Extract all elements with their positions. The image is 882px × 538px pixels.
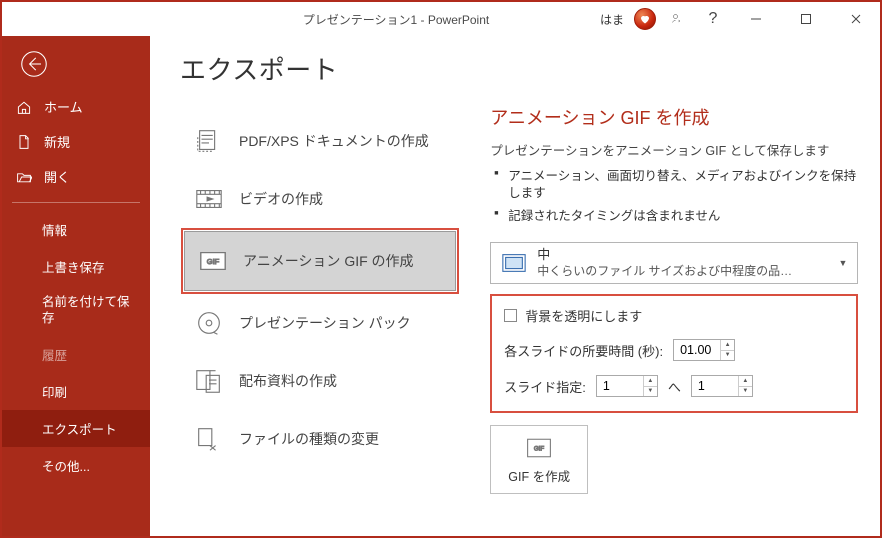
spin-up[interactable]: ▲ bbox=[739, 376, 752, 387]
export-item-label: ファイルの種類の変更 bbox=[239, 429, 379, 449]
sidebar-item-more[interactable]: その他... bbox=[2, 447, 150, 484]
open-icon bbox=[16, 169, 34, 185]
gif-icon: GIF bbox=[525, 436, 553, 460]
chevron-down-icon: ▼ bbox=[835, 258, 851, 268]
feedback-icon[interactable] bbox=[662, 4, 692, 34]
new-icon bbox=[16, 134, 34, 150]
spin-up[interactable]: ▲ bbox=[721, 340, 734, 351]
backstage-sidebar: ホーム 新規 開く 情報 上書き保存 名前を付けて保存 履歴 印刷 エクスポート… bbox=[2, 36, 150, 536]
detail-subtitle: プレゼンテーションをアニメーション GIF として保存します bbox=[490, 140, 862, 159]
user-avatar-icon[interactable] bbox=[634, 8, 656, 30]
detail-bullets: アニメーション、画面切り替え、メディアおよびインクを保持します 記録されたタイミ… bbox=[490, 165, 862, 228]
sidebar-item-print[interactable]: 印刷 bbox=[2, 373, 150, 410]
spin-down[interactable]: ▼ bbox=[739, 387, 752, 397]
range-from-input[interactable] bbox=[597, 376, 643, 396]
export-item-video[interactable]: ビデオの作成 bbox=[181, 170, 459, 228]
export-item-label: 配布資料の作成 bbox=[239, 371, 337, 391]
range-from-spinner[interactable]: ▲▼ bbox=[596, 375, 658, 397]
sidebar-item-new[interactable]: 新規 bbox=[2, 124, 150, 159]
quality-selector[interactable]: 中 中くらいのファイル サイズおよび中程度の品… ▼ bbox=[490, 242, 858, 284]
spin-down[interactable]: ▼ bbox=[721, 351, 734, 361]
export-item-handouts[interactable]: 配布資料の作成 bbox=[181, 352, 459, 410]
page-title: エクスポート bbox=[180, 50, 460, 87]
sidebar-item-open[interactable]: 開く bbox=[2, 159, 150, 194]
duration-input[interactable] bbox=[674, 340, 720, 360]
sidebar-item-label: 開く bbox=[44, 167, 70, 186]
gif-icon: GIF bbox=[197, 246, 229, 276]
user-name[interactable]: はま bbox=[600, 11, 624, 28]
video-icon bbox=[193, 184, 225, 214]
duration-label: 各スライドの所要時間 (秒): bbox=[504, 341, 663, 360]
range-to-input[interactable] bbox=[692, 376, 738, 396]
range-to-spinner[interactable]: ▲▼ bbox=[691, 375, 753, 397]
quality-icon bbox=[499, 250, 529, 276]
handouts-icon bbox=[193, 366, 225, 396]
close-button[interactable] bbox=[834, 4, 878, 34]
detail-title: アニメーション GIF を作成 bbox=[490, 104, 862, 130]
sidebar-item-label: 新規 bbox=[44, 132, 70, 151]
spin-down[interactable]: ▼ bbox=[644, 387, 657, 397]
filetype-icon bbox=[193, 424, 225, 454]
range-separator: へ bbox=[668, 377, 681, 396]
package-icon bbox=[193, 308, 225, 338]
create-gif-label: GIF を作成 bbox=[508, 466, 570, 485]
export-item-label: ビデオの作成 bbox=[239, 189, 323, 209]
sidebar-item-label: ホーム bbox=[44, 97, 83, 116]
create-gif-button[interactable]: GIF GIF を作成 bbox=[490, 425, 588, 494]
export-item-gif[interactable]: GIF アニメーション GIF の作成 bbox=[184, 231, 456, 291]
sidebar-item-info[interactable]: 情報 bbox=[2, 211, 150, 248]
sidebar-separator bbox=[12, 202, 140, 203]
svg-text:GIF: GIF bbox=[534, 446, 544, 453]
bullet-item: アニメーション、画面切り替え、メディアおよびインクを保持します bbox=[494, 165, 862, 205]
export-item-pdf[interactable]: PDF/XPS ドキュメントの作成 bbox=[181, 112, 459, 170]
pdf-icon bbox=[193, 126, 225, 156]
help-icon[interactable]: ? bbox=[698, 4, 728, 34]
sidebar-item-home[interactable]: ホーム bbox=[2, 89, 150, 124]
sidebar-item-save-as[interactable]: 名前を付けて保存 bbox=[2, 285, 150, 336]
home-icon bbox=[16, 99, 34, 115]
sidebar-item-save[interactable]: 上書き保存 bbox=[2, 248, 150, 285]
sidebar-item-history: 履歴 bbox=[2, 336, 150, 373]
export-item-package[interactable]: プレゼンテーション パック bbox=[181, 294, 459, 352]
transparent-checkbox[interactable] bbox=[504, 309, 517, 322]
bullet-item: 記録されたタイミングは含まれません bbox=[494, 205, 862, 228]
sidebar-item-export[interactable]: エクスポート bbox=[2, 410, 150, 447]
titlebar: プレゼンテーション1 - PowerPoint はま ? bbox=[2, 2, 880, 36]
svg-text:GIF: GIF bbox=[207, 257, 220, 266]
quality-label: 中 bbox=[537, 247, 849, 264]
export-item-label: アニメーション GIF の作成 bbox=[243, 251, 414, 271]
range-label: スライド指定: bbox=[504, 377, 586, 396]
back-button[interactable] bbox=[2, 36, 150, 89]
maximize-button[interactable] bbox=[784, 4, 828, 34]
window-title: プレゼンテーション1 - PowerPoint bbox=[192, 11, 600, 28]
quality-description: 中くらいのファイル サイズおよび中程度の品… bbox=[537, 264, 849, 280]
export-item-label: PDF/XPS ドキュメントの作成 bbox=[239, 131, 429, 151]
duration-spinner[interactable]: ▲▼ bbox=[673, 339, 735, 361]
transparent-label: 背景を透明にします bbox=[525, 306, 642, 325]
export-item-label: プレゼンテーション パック bbox=[239, 313, 411, 333]
minimize-button[interactable] bbox=[734, 4, 778, 34]
export-item-filetype[interactable]: ファイルの種類の変更 bbox=[181, 410, 459, 468]
options-highlight: 背景を透明にします 各スライドの所要時間 (秒): ▲▼ スライド指定: bbox=[490, 294, 858, 413]
spin-up[interactable]: ▲ bbox=[644, 376, 657, 387]
